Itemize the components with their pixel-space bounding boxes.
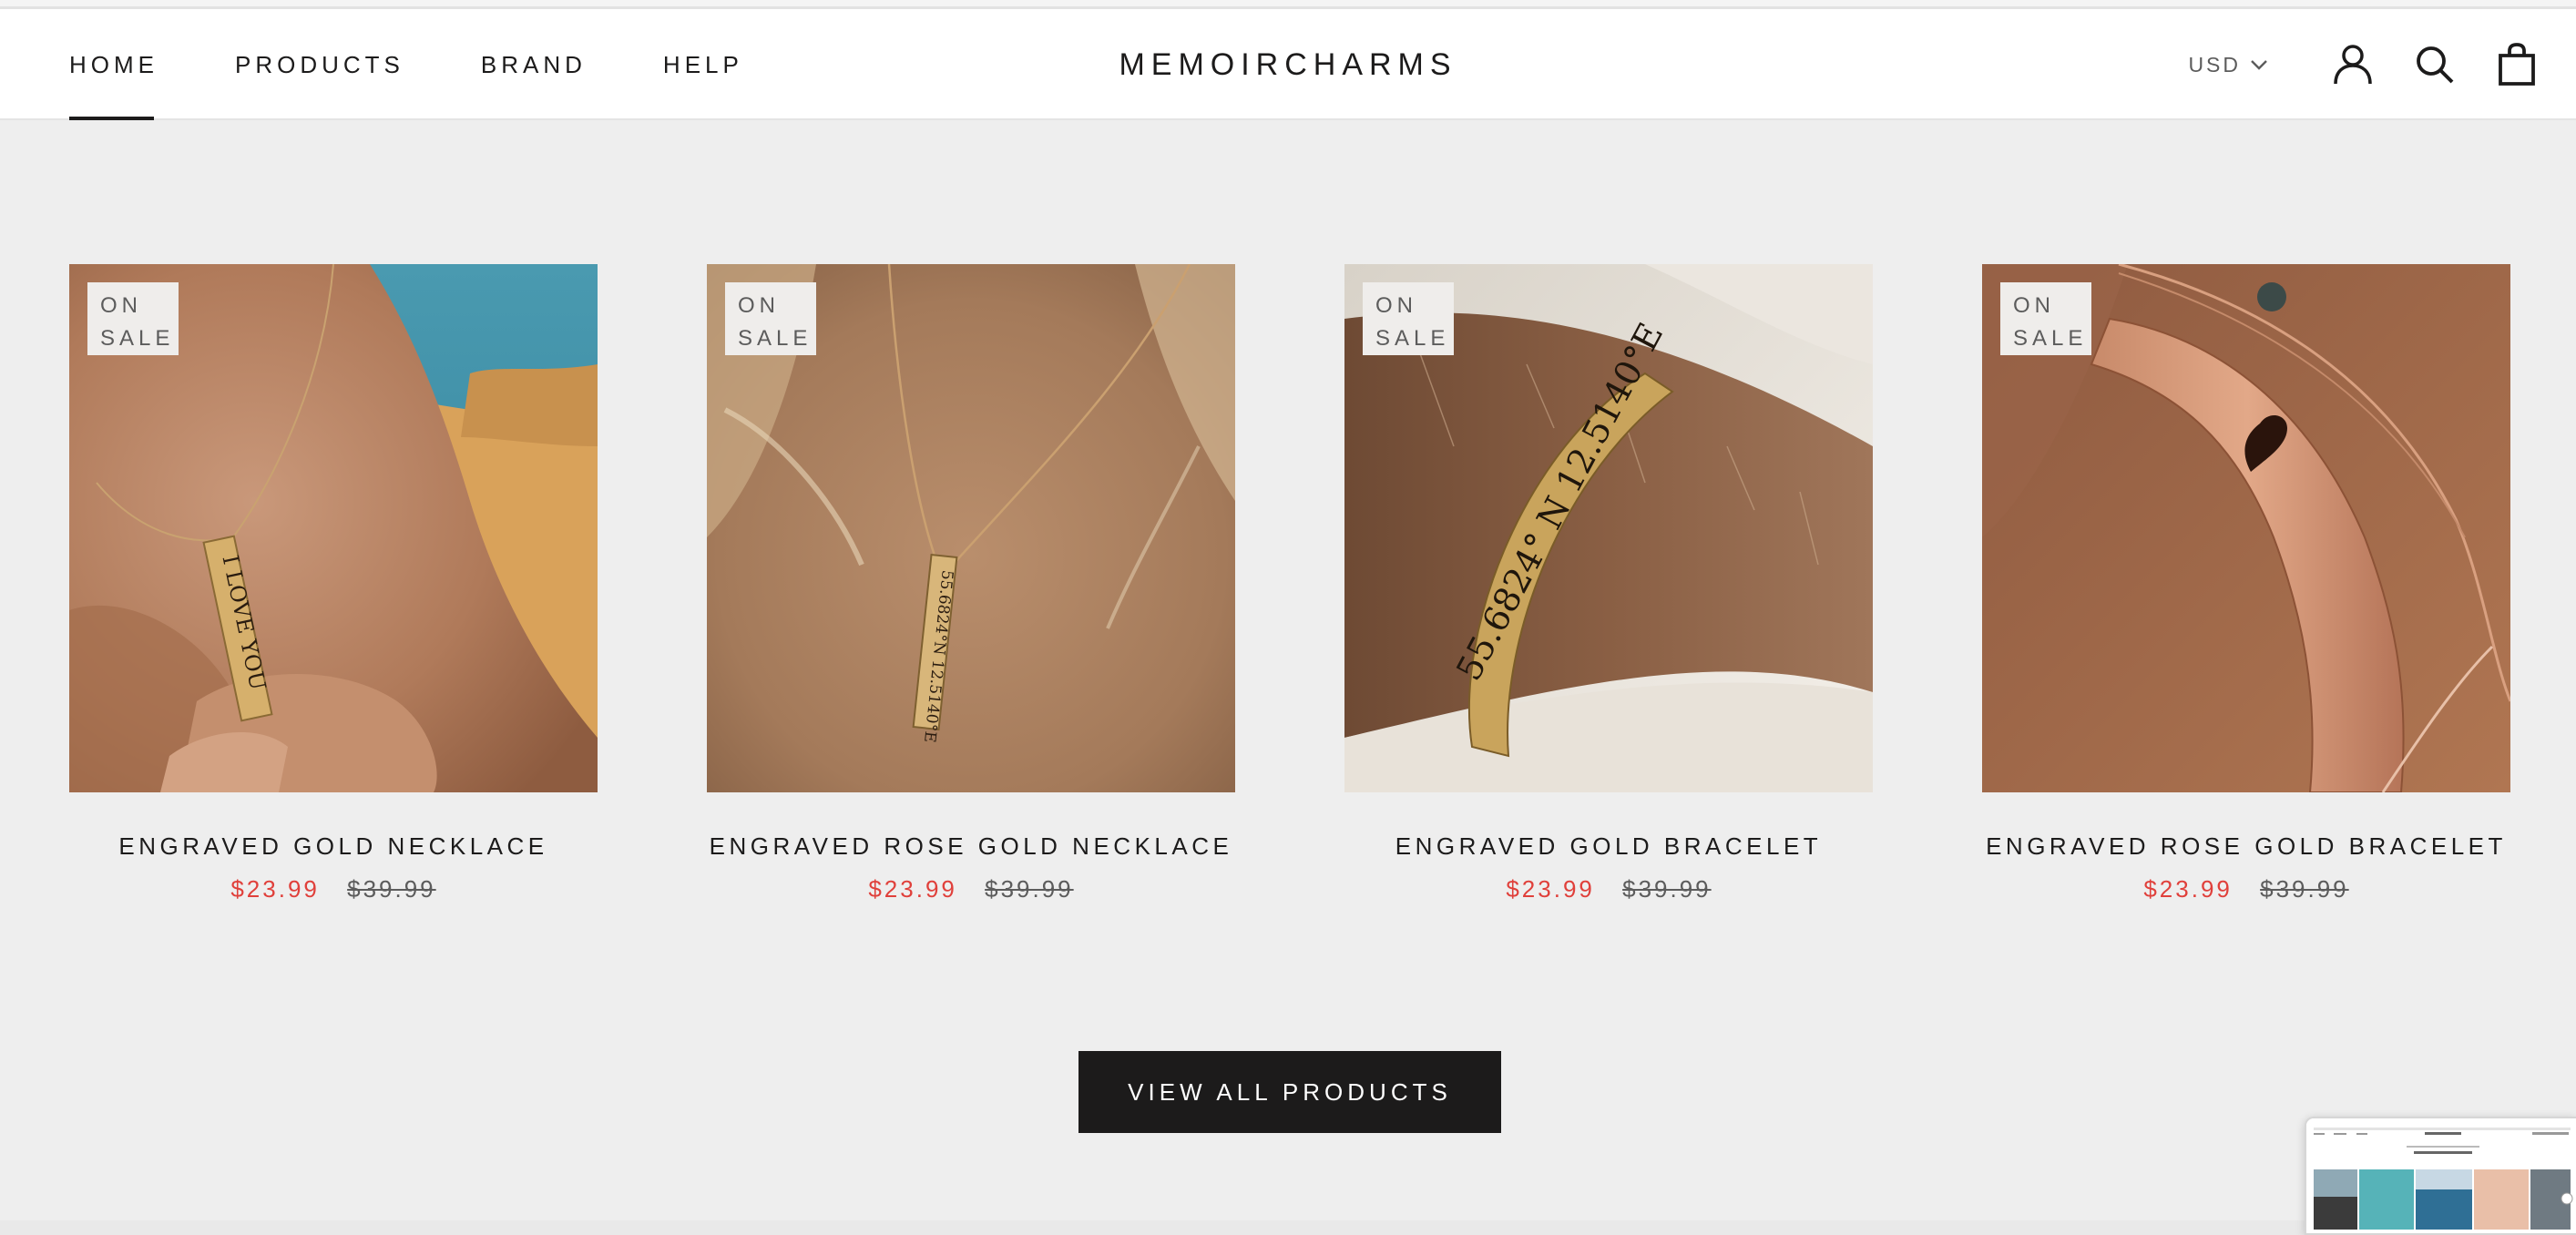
product-card: I LOVE YOU ON SALE ENGRAVED GOLD NECKLAC… — [69, 264, 598, 903]
product-title[interactable]: ENGRAVED GOLD NECKLACE — [69, 832, 598, 861]
search-icon[interactable] — [2412, 42, 2458, 87]
nav-home[interactable]: HOME — [69, 9, 158, 120]
section-divider — [0, 1220, 2576, 1235]
badge-line: SALE — [2013, 326, 2088, 351]
product-image-link[interactable]: 55.6824° N 12.5140°E ON SALE — [1344, 264, 1873, 792]
badge-line: ON — [100, 293, 142, 318]
account-icon[interactable] — [2330, 42, 2376, 87]
product-title[interactable]: ENGRAVED GOLD BRACELET — [1344, 832, 1873, 861]
currency-label: USD — [2188, 52, 2241, 77]
chevron-down-icon — [2251, 60, 2267, 70]
header-actions: USD — [2188, 9, 2561, 120]
currency-selector[interactable]: USD — [2188, 53, 2268, 77]
nav-brand[interactable]: BRAND — [481, 9, 587, 120]
sale-price: $23.99 — [1506, 875, 1595, 903]
price-row: $23.99 $39.99 — [707, 875, 1235, 903]
product-card: 55.6824°N 12.5140°E ON SALE ENGRAVED ROS… — [707, 264, 1235, 903]
nav-products[interactable]: PRODUCTS — [235, 9, 404, 120]
badge-line: ON — [2013, 293, 2055, 318]
on-sale-badge: ON SALE — [1363, 282, 1454, 355]
on-sale-badge: ON SALE — [87, 282, 179, 355]
on-sale-badge: ON SALE — [2000, 282, 2091, 355]
product-card: 55.6824° N 12.5140°E ON SALE ENGRAVED GO… — [1344, 264, 1873, 903]
sale-price: $23.99 — [230, 875, 320, 903]
sale-price: $23.99 — [868, 875, 957, 903]
sale-price: $23.99 — [2143, 875, 2233, 903]
product-card: ON SALE ENGRAVED ROSE GOLD BRACELET $23.… — [1982, 264, 2510, 903]
product-image-link[interactable]: ON SALE — [1982, 264, 2510, 792]
badge-line: SALE — [100, 326, 175, 351]
compare-price: $39.99 — [985, 875, 1074, 903]
product-image-link[interactable]: I LOVE YOU ON SALE — [69, 264, 598, 792]
main-nav: HOME PRODUCTS BRAND HELP — [69, 9, 820, 120]
product-grid: I LOVE YOU ON SALE ENGRAVED GOLD NECKLAC… — [69, 264, 2510, 920]
instagram-feed-thumbnail[interactable] — [2305, 1117, 2576, 1235]
compare-price: $39.99 — [1622, 875, 1712, 903]
product-title[interactable]: ENGRAVED ROSE GOLD NECKLACE — [707, 832, 1235, 861]
cart-icon[interactable] — [2494, 42, 2540, 87]
badge-line: SALE — [1375, 326, 1450, 351]
compare-price: $39.99 — [2260, 875, 2349, 903]
nav-help[interactable]: HELP — [663, 9, 743, 120]
browser-top-strip — [0, 0, 2576, 9]
on-sale-badge: ON SALE — [725, 282, 816, 355]
instagram-preview-image — [2306, 1118, 2576, 1233]
badge-line: ON — [1375, 293, 1417, 318]
price-row: $23.99 $39.99 — [1982, 875, 2510, 903]
price-row: $23.99 $39.99 — [69, 875, 598, 903]
site-header: HOME PRODUCTS BRAND HELP MEMOIRCHARMS US… — [0, 9, 2576, 120]
price-row: $23.99 $39.99 — [1344, 875, 1873, 903]
badge-line: ON — [738, 293, 780, 318]
product-image-link[interactable]: 55.6824°N 12.5140°E ON SALE — [707, 264, 1235, 792]
view-all-products-button[interactable]: VIEW ALL PRODUCTS — [1078, 1051, 1501, 1133]
compare-price: $39.99 — [347, 875, 436, 903]
site-logo[interactable]: MEMOIRCHARMS — [1119, 47, 1457, 82]
badge-line: SALE — [738, 326, 813, 351]
product-title[interactable]: ENGRAVED ROSE GOLD BRACELET — [1982, 832, 2510, 861]
